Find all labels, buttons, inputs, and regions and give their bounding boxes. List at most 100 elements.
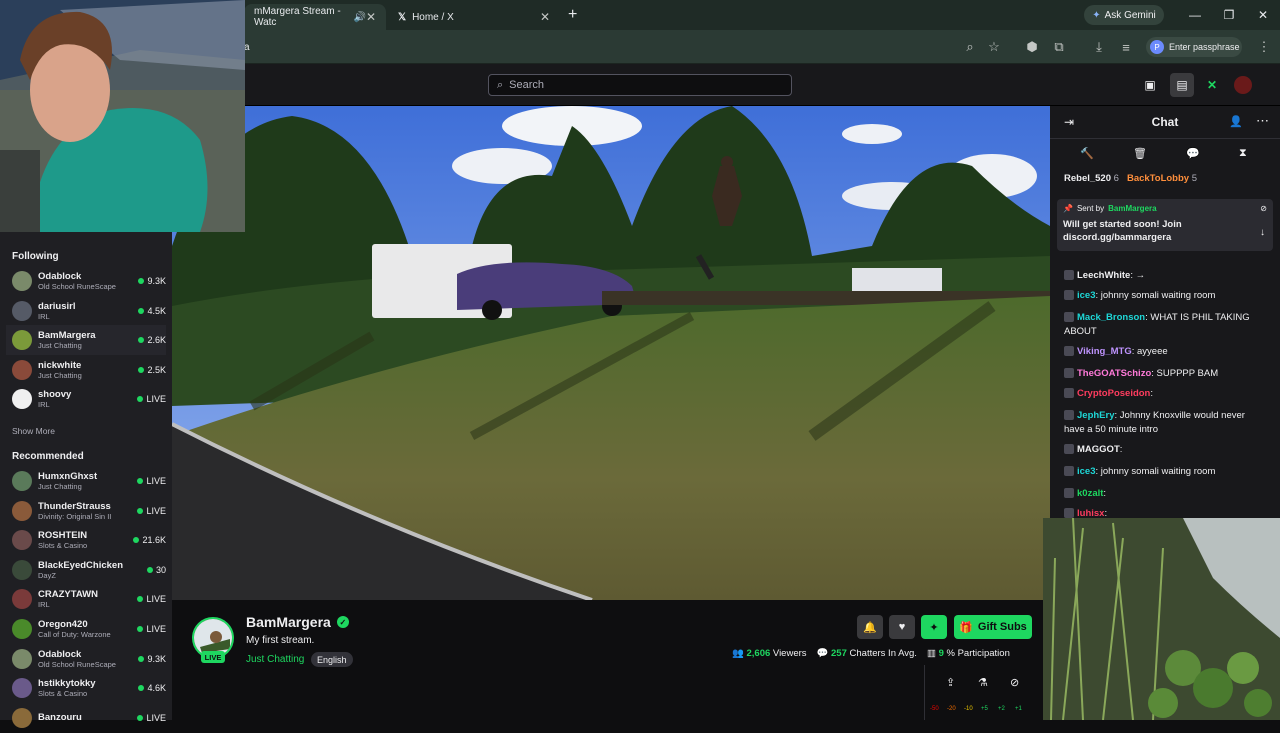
- browser-menu-icon[interactable]: ⋮: [1255, 38, 1273, 56]
- chat-message[interactable]: JephEry: Johnny Knoxville would never ha…: [1064, 409, 1264, 437]
- channel-category: Slots & Casino: [38, 689, 88, 699]
- chat-message[interactable]: TheGOATSchizo: SUPPPP BAM: [1064, 367, 1264, 381]
- enter-passphrase-button[interactable]: P Enter passphrase: [1146, 37, 1242, 57]
- pinned-message[interactable]: 📌 Sent by BamMargera ⊘ Will get started …: [1057, 199, 1273, 251]
- gifter-2[interactable]: BackToLobby 5: [1127, 173, 1197, 184]
- ask-gemini-button[interactable]: ✦ Ask Gemini: [1084, 5, 1164, 25]
- chat-username[interactable]: CryptoPoseidon: [1077, 388, 1150, 399]
- chat-username[interactable]: Mack_Bronson: [1077, 312, 1145, 323]
- category-link[interactable]: Just Chatting: [246, 654, 304, 665]
- sparkle-icon: ✦: [929, 621, 939, 634]
- zoom-icon[interactable]: ⌕: [961, 38, 979, 56]
- sidebar-channel[interactable]: Odablock Old School RuneScape 9.3K: [6, 644, 166, 674]
- chat-message[interactable]: MAGGOT:: [1064, 443, 1264, 457]
- chat-badge-icon: [1064, 410, 1074, 421]
- chatter-count: 💬 257 Chatters In Avg.: [816, 648, 917, 659]
- chat-username[interactable]: ice3: [1077, 290, 1096, 301]
- sidebar-channel[interactable]: nickwhite Just Chatting 2.5K: [6, 355, 166, 385]
- eye-off-icon[interactable]: ⊘: [1010, 676, 1019, 689]
- follow-heart-button[interactable]: ♥: [889, 615, 915, 639]
- speaker-icon[interactable]: 🔊: [353, 12, 365, 23]
- chat-username[interactable]: TheGOATSchizo: [1077, 368, 1151, 379]
- tab-twitch[interactable]: mMargera Stream - Watc 🔊 ✕: [244, 4, 386, 30]
- tab-search-icon[interactable]: ≡: [1117, 38, 1135, 56]
- chat-username[interactable]: MAGGOT: [1077, 444, 1120, 455]
- sidebar-channel[interactable]: HumxnGhxst Just Chatting LIVE: [6, 466, 166, 496]
- sidebar-channel[interactable]: Odablock Old School RuneScape 9.3K: [6, 266, 166, 296]
- share-icon[interactable]: ⇪: [946, 676, 955, 689]
- hourglass-icon[interactable]: ⧗: [1239, 147, 1247, 160]
- chat-message[interactable]: Mack_Bronson: WHAT IS PHIL TAKING ABOUT: [1064, 311, 1264, 339]
- chat-message[interactable]: LeechWhite: →: [1064, 269, 1264, 283]
- extension-x-icon[interactable]: ✕: [1203, 76, 1221, 94]
- maximize-button[interactable]: ❐: [1214, 6, 1244, 24]
- meter-label: +2: [998, 706, 1005, 712]
- search-input[interactable]: ⌕ Search: [488, 74, 792, 96]
- extension-shield-icon[interactable]: ⬢: [1023, 38, 1041, 56]
- flask-icon[interactable]: ⚗: [978, 676, 988, 689]
- collapse-chat-icon[interactable]: ⇥: [1064, 115, 1074, 129]
- prime-loot-icon[interactable]: ▣: [1141, 76, 1159, 94]
- gifter-1[interactable]: Rebel_520 6: [1064, 173, 1119, 184]
- user-avatar[interactable]: [1234, 76, 1252, 94]
- tab-x[interactable]: 𝕏 Home / X ✕: [388, 4, 560, 30]
- chat-username[interactable]: LeechWhite: [1077, 270, 1130, 281]
- channel-name: Oregon420: [38, 619, 88, 630]
- expand-pin-icon[interactable]: ↓: [1260, 227, 1265, 238]
- notifications-icon[interactable]: ▤: [1170, 73, 1194, 97]
- chat-username[interactable]: ice3: [1077, 466, 1096, 477]
- chat-bubble-icon[interactable]: 💬: [1186, 147, 1200, 160]
- viewer-count: 2.6K: [138, 335, 166, 345]
- mod-hammer-icon[interactable]: 🔨: [1080, 147, 1094, 160]
- channel-name[interactable]: BamMargera: [246, 614, 331, 630]
- bookmark-star-icon[interactable]: ☆: [985, 38, 1003, 56]
- sidebar-channel[interactable]: ROSHTEIN Slots & Casino 21.6K: [6, 525, 166, 555]
- channel-category: DayZ: [38, 570, 56, 580]
- extensions-puzzle-icon[interactable]: ⧉: [1050, 38, 1068, 56]
- chat-username[interactable]: Viking_MTG: [1077, 346, 1132, 357]
- close-tab-icon[interactable]: ✕: [540, 10, 550, 24]
- chat-message[interactable]: ice3: johnny somali waiting room: [1064, 465, 1264, 479]
- chat-username[interactable]: k0zalt: [1077, 488, 1103, 499]
- viewer-count: LIVE: [137, 713, 166, 723]
- chat-username[interactable]: JephEry: [1077, 410, 1115, 421]
- language-tag[interactable]: English: [311, 652, 353, 667]
- chat-message[interactable]: Viking_MTG: ayyeee: [1064, 345, 1264, 359]
- chat-message[interactable]: CryptoPoseidon:: [1064, 387, 1264, 401]
- sidebar-channel[interactable]: BamMargera Just Chatting 2.6K: [6, 325, 166, 356]
- tab-title: Home / X: [412, 11, 454, 23]
- sidebar-channel[interactable]: ThunderStrauss Divinity: Original Sin II L…: [6, 496, 166, 526]
- chat-message[interactable]: k0zalt:: [1064, 487, 1264, 501]
- gemini-icon: ✦: [1092, 9, 1101, 21]
- sidebar-channel[interactable]: CRAZYTAWN IRL LIVE: [6, 584, 166, 614]
- sidebar-channel[interactable]: shoovy IRL LIVE: [6, 384, 166, 414]
- channel-avatar: [12, 619, 32, 639]
- channel-name: HumxnGhxst: [38, 471, 98, 482]
- chat-message[interactable]: ice3: johnny somali waiting room: [1064, 289, 1264, 303]
- video-player[interactable]: [172, 106, 1050, 600]
- trash-icon[interactable]: 🗑: [1133, 147, 1147, 160]
- sidebar-channel[interactable]: Banzouru LIVE: [6, 703, 166, 733]
- sidebar-channel[interactable]: hstikkytokky Slots & Casino 4.6K: [6, 673, 166, 703]
- chat-text: SUPPPP BAM: [1156, 368, 1219, 379]
- sidebar-channel[interactable]: dariusirl IRL 4.5K: [6, 296, 166, 326]
- chat-more-icon[interactable]: ⋯: [1256, 113, 1269, 129]
- sidebar-channel[interactable]: BlackEyedChicken DayZ 30: [6, 555, 166, 585]
- sparkle-button[interactable]: ✦: [921, 615, 947, 639]
- download-icon[interactable]: ⤓: [1090, 38, 1108, 56]
- notification-bell-button[interactable]: 🔔: [857, 615, 883, 639]
- chat-users-icon[interactable]: 👤: [1229, 115, 1243, 128]
- channel-avatar: [12, 678, 32, 699]
- close-tab-icon[interactable]: ✕: [366, 10, 376, 24]
- new-tab-button[interactable]: +: [568, 6, 577, 24]
- meter-label: -10: [964, 706, 973, 712]
- pond-frame: [1043, 518, 1280, 720]
- close-window-button[interactable]: ✕: [1248, 6, 1278, 24]
- hide-pin-icon[interactable]: ⊘: [1260, 204, 1267, 213]
- sidebar-channel[interactable]: Oregon420 Call of Duty: Warzone LIVE: [6, 614, 166, 644]
- show-more-link[interactable]: Show More: [12, 426, 55, 436]
- viewer-count: 21.6K: [133, 535, 166, 545]
- gift-subs-button[interactable]: 🎁 Gift Subs: [954, 615, 1032, 639]
- channel-name: Banzouru: [38, 712, 82, 724]
- minimize-button[interactable]: —: [1180, 6, 1210, 24]
